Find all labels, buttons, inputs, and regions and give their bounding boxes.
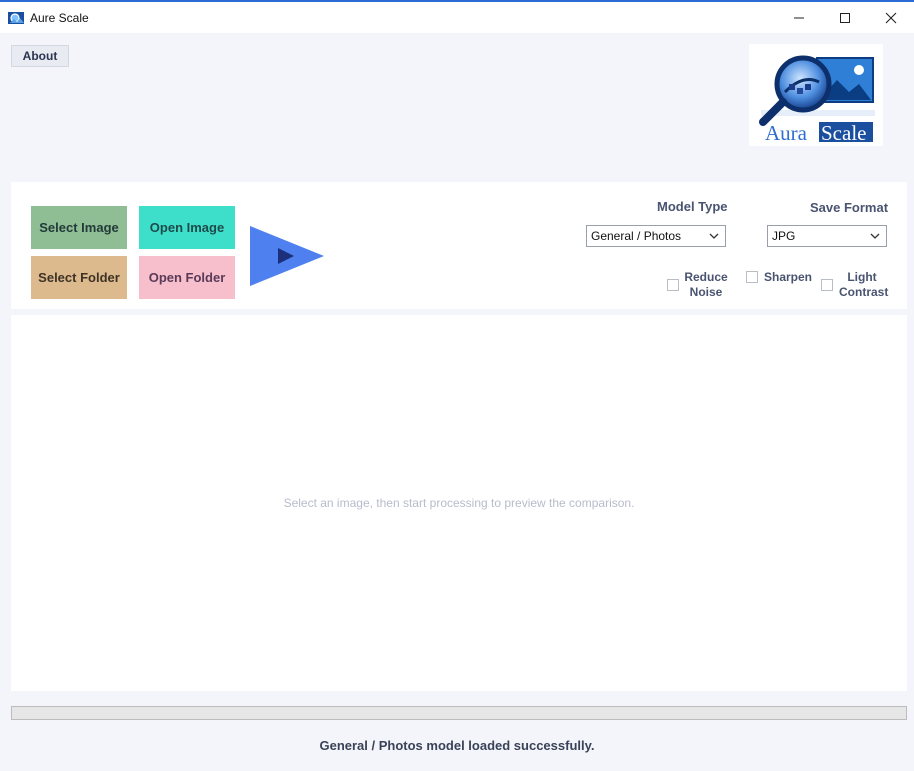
open-folder-button[interactable]: Open Folder [139, 256, 235, 299]
select-image-button[interactable]: Select Image [31, 206, 127, 249]
light-contrast-checkbox[interactable] [821, 279, 833, 291]
logo-text-scale: Scale [821, 121, 866, 145]
window-title: Aure Scale [30, 10, 89, 25]
open-image-button[interactable]: Open Image [139, 206, 235, 249]
reduce-noise-label-line2: Noise [689, 285, 723, 299]
toolbar-panel: Select Image Open Image Select Folder Op… [11, 182, 907, 309]
play-icon[interactable] [248, 224, 326, 288]
model-type-select[interactable]: General / Photos [586, 225, 726, 247]
preview-area: Select an image, then start processing t… [11, 315, 907, 691]
logo-text-aura: Aura [765, 121, 808, 145]
light-contrast-label-line1: Light [847, 270, 877, 284]
progress-bar [11, 706, 907, 720]
reduce-noise-checkbox[interactable] [667, 279, 679, 291]
preview-placeholder-text: Select an image, then start processing t… [283, 496, 635, 510]
close-icon [885, 12, 897, 23]
maximize-button[interactable] [822, 2, 868, 33]
light-contrast-label-line2: Contrast [839, 285, 889, 299]
app-logo-icon [8, 11, 24, 24]
minimize-button[interactable] [776, 2, 822, 33]
aura-scale-logo: Aura Scale [749, 44, 883, 146]
light-contrast-label: Light Contrast [839, 270, 889, 300]
sharpen-checkbox[interactable] [746, 271, 758, 283]
minimize-icon [794, 17, 804, 18]
save-format-select[interactable]: JPG [767, 225, 887, 247]
model-type-value: General / Photos [591, 229, 682, 243]
status-message: General / Photos model loaded successful… [319, 738, 595, 753]
about-button[interactable]: About [11, 45, 69, 67]
select-folder-button[interactable]: Select Folder [31, 256, 127, 299]
save-format-label: Save Format [810, 200, 889, 215]
sharpen-label: Sharpen [763, 270, 812, 284]
close-button[interactable] [868, 2, 914, 33]
reduce-noise-label: Reduce Noise [682, 270, 730, 300]
maximize-icon [840, 12, 850, 23]
save-format-value: JPG [772, 229, 796, 243]
chevron-down-icon [709, 233, 719, 239]
chevron-down-icon [870, 233, 880, 239]
title-bar: Aure Scale [0, 2, 914, 33]
logo-graphic: Aura Scale [759, 55, 875, 145]
model-type-label: Model Type [657, 199, 728, 214]
reduce-noise-label-line1: Reduce [684, 270, 728, 284]
